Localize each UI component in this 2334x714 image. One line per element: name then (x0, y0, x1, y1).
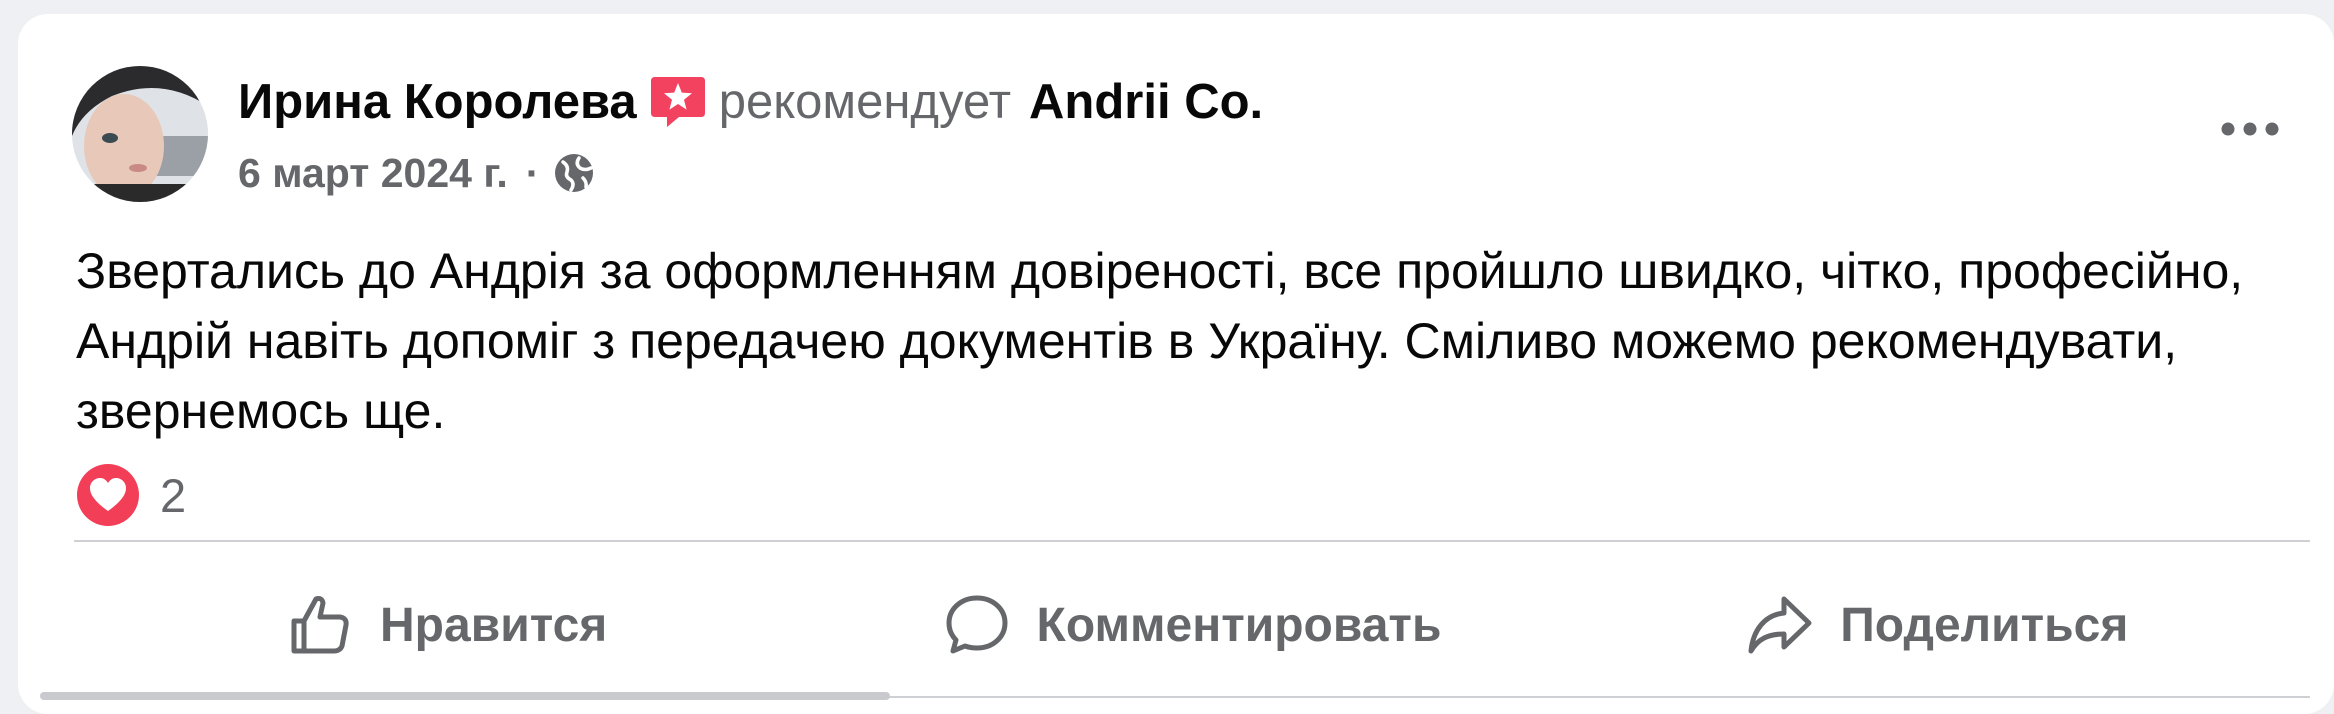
globe-icon (553, 152, 595, 194)
avatar[interactable] (72, 66, 208, 202)
divider (74, 540, 2310, 542)
post-card: Ирина Королева рекомендует Andrii Co. 6 … (18, 14, 2334, 714)
horizontal-scrollbar[interactable] (40, 692, 890, 700)
recommend-icon (649, 73, 707, 131)
meta-separator: · (525, 149, 540, 196)
more-options-icon[interactable] (2218, 112, 2282, 146)
post-date[interactable]: 6 март 2024 г. (238, 150, 508, 197)
like-button[interactable]: Нравится (74, 556, 819, 694)
share-icon (1748, 596, 1812, 654)
action-bar: Нравится Комментировать Поделиться (74, 556, 2310, 694)
reactions-summary[interactable]: 2 (76, 462, 186, 528)
recommends-text: рекомендует (718, 75, 1012, 129)
post-header: Ирина Королева рекомендует Andrii Co. (238, 70, 1263, 134)
page-name-link[interactable]: Andrii Co. (1029, 74, 1263, 130)
heart-icon (76, 463, 140, 527)
comment-label: Комментировать (1036, 598, 1442, 652)
thumbs-up-icon (291, 596, 349, 654)
share-button[interactable]: Поделиться (1565, 556, 2310, 694)
share-label: Поделиться (1840, 598, 2129, 652)
comment-button[interactable]: Комментировать (819, 556, 1564, 694)
post-body-text: Звертались до Андрія за оформленням дові… (76, 243, 2244, 439)
reaction-count: 2 (160, 468, 187, 522)
like-label: Нравится (380, 598, 608, 652)
comment-icon (946, 595, 1008, 654)
author-name[interactable]: Ирина Королева (238, 74, 637, 130)
post-meta: 6 март 2024 г. · (238, 148, 595, 198)
